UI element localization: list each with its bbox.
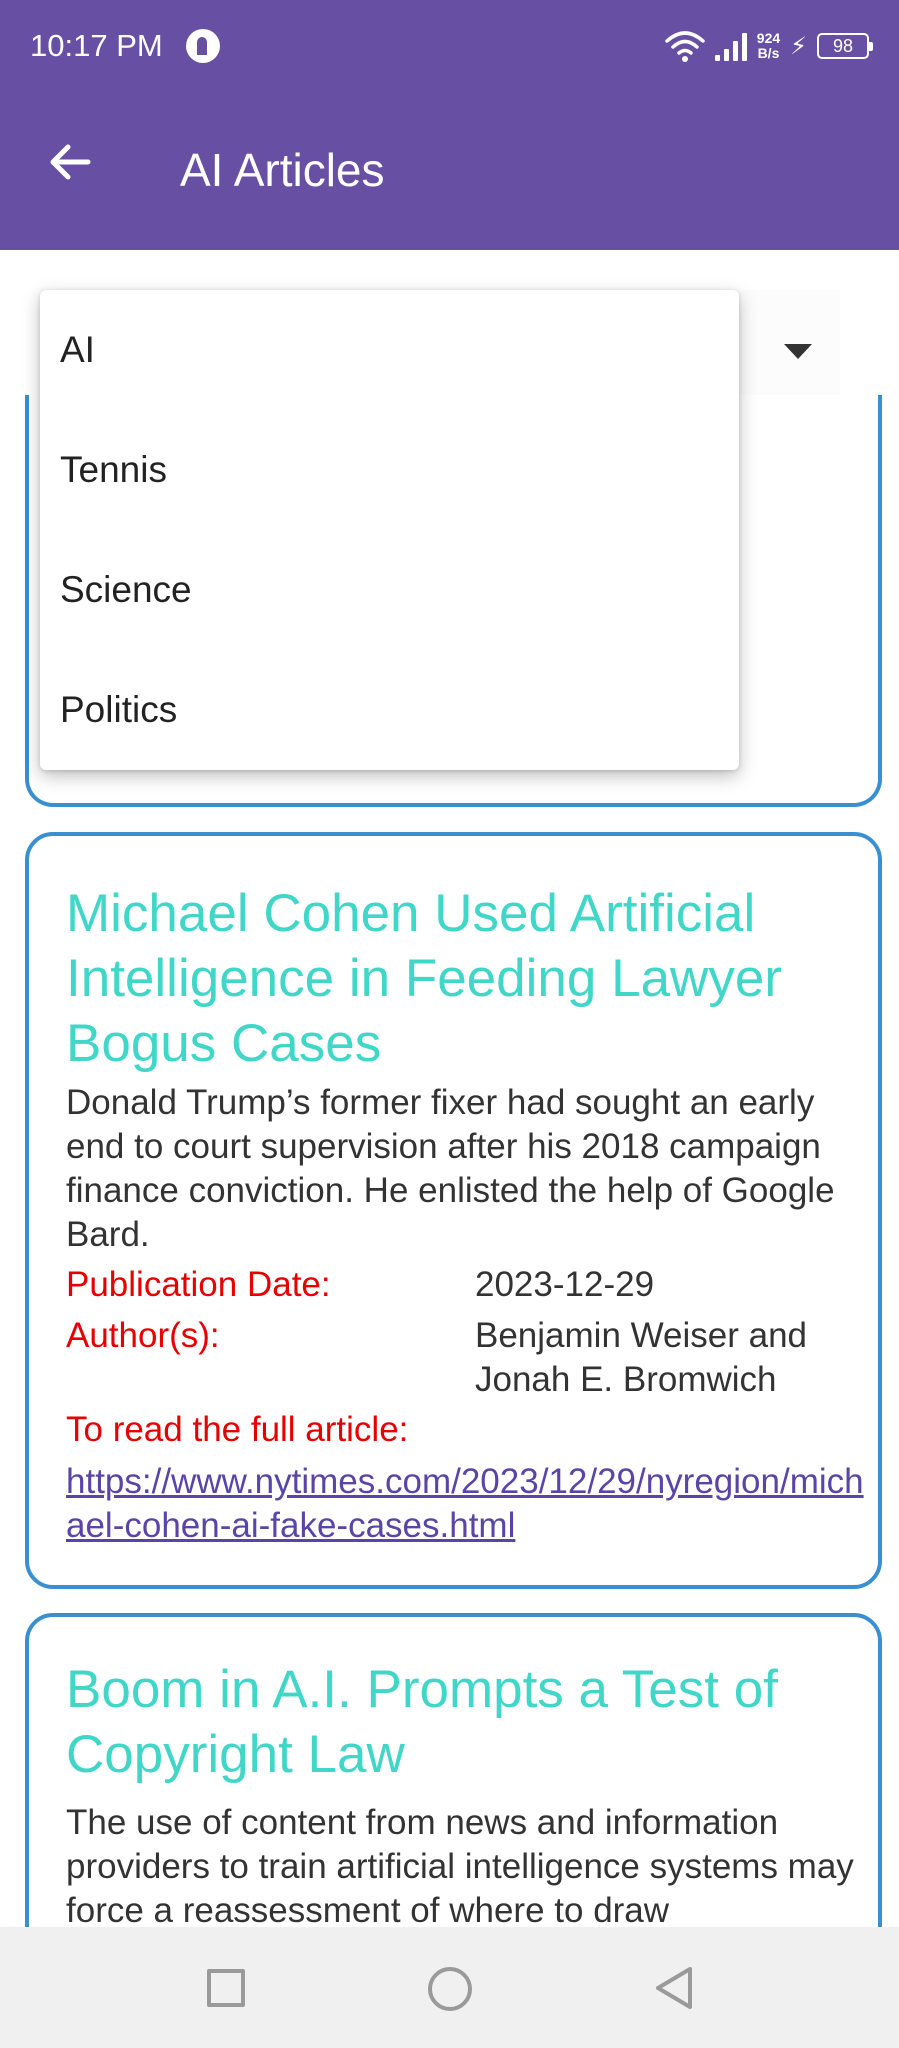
page-title: AI Articles <box>180 144 385 196</box>
status-icons: 924 B/s ⚡ 98 <box>665 24 873 68</box>
signal-icon <box>714 31 747 61</box>
wifi-icon <box>665 31 705 62</box>
article-link[interactable]: https://www.nytimes.com/2023/12/29/nyreg… <box>66 1460 866 1548</box>
dropdown-option-politics[interactable]: Politics <box>40 650 739 770</box>
square-recent-icon[interactable] <box>207 1969 245 2007</box>
network-speed: 924 B/s <box>757 31 780 61</box>
article-card: Michael Cohen Used Artificial Intelligen… <box>25 832 882 1589</box>
speed-unit: B/s <box>757 45 780 61</box>
article-title: Boom in A.I. Prompts a Test of Copyright… <box>66 1660 778 1784</box>
dropdown-option-tennis[interactable]: Tennis <box>40 410 739 530</box>
status-time: 10:17 PM <box>30 28 163 63</box>
circle-home-icon[interactable] <box>428 1967 472 2011</box>
back-button[interactable] <box>40 132 100 192</box>
status-bar: 10:17 PM 924 B/s ⚡ 98 <box>0 0 899 92</box>
dropdown-option-science[interactable]: Science <box>40 530 739 650</box>
battery-level: 98 <box>832 36 854 56</box>
article-title: Michael Cohen Used Artificial Intelligen… <box>66 884 782 1073</box>
article-description: The use of content from news and informa… <box>66 1803 854 1930</box>
triangle-back-icon[interactable] <box>654 1965 694 2011</box>
publication-date: 2023-12-29 <box>475 1265 655 1304</box>
authors-value: Benjamin Weiser and Jonah E. Bromwich <box>475 1316 808 1399</box>
article-description: Donald Trump’s former fixer had sought a… <box>66 1083 835 1254</box>
speed-value: 924 <box>756 30 781 46</box>
authors-label: Author(s): <box>66 1316 220 1355</box>
category-dropdown-menu: AI Tennis Science Politics <box>40 290 739 770</box>
charging-icon: ⚡ <box>790 32 807 60</box>
publication-date-label: Publication Date: <box>66 1265 331 1304</box>
dropdown-option-ai[interactable]: AI <box>40 290 739 410</box>
arrow-left-icon <box>50 144 91 180</box>
read-full-label: To read the full article: <box>66 1410 409 1449</box>
battery-icon: 98 <box>817 33 873 59</box>
system-nav-bar <box>0 1927 899 2048</box>
app-bar: AI Articles <box>0 92 899 250</box>
dropdown-arrow-icon[interactable] <box>784 344 812 359</box>
notification-app-icon <box>186 29 220 63</box>
